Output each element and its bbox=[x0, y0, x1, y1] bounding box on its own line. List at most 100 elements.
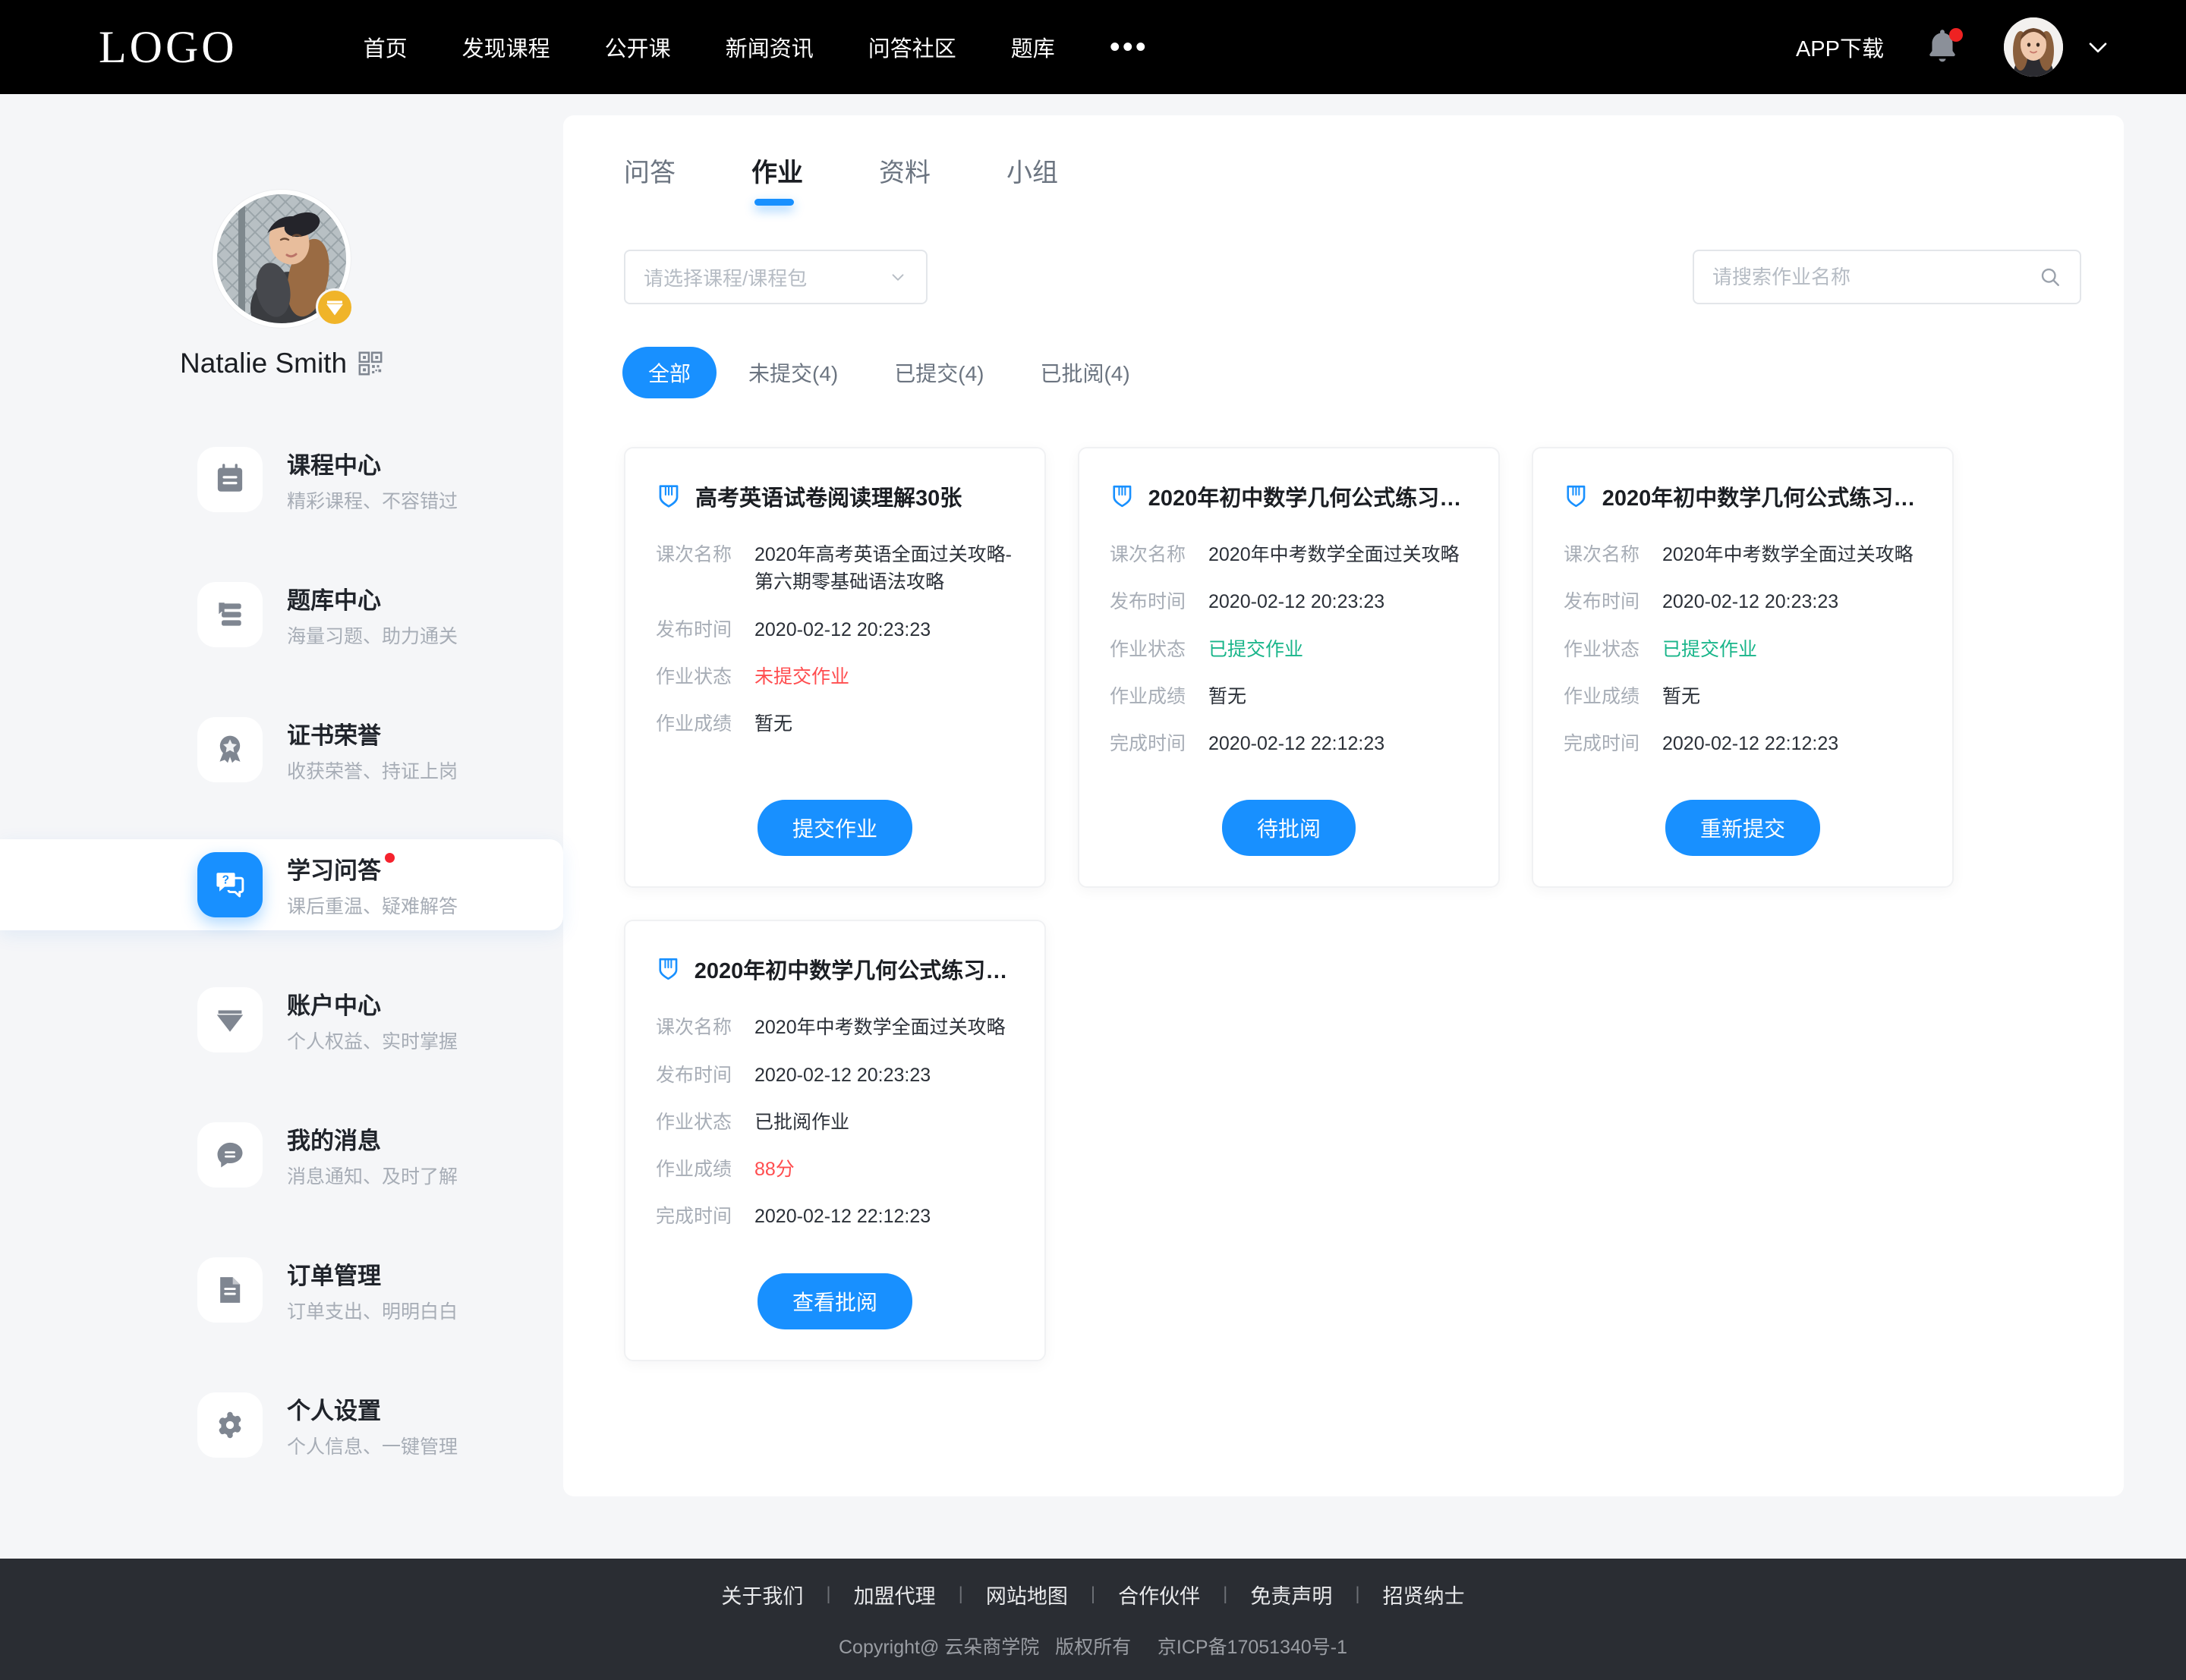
search-input[interactable] bbox=[1712, 265, 2039, 289]
nav-item-home[interactable]: 首页 bbox=[336, 31, 435, 63]
sidebar-item-unread-dot bbox=[385, 852, 395, 863]
sidebar-item-subtitle: 个人信息、一键管理 bbox=[287, 1436, 458, 1458]
footer-link-sitemap[interactable]: 网站地图 bbox=[986, 1580, 1068, 1609]
submit-homework-button[interactable]: 提交作业 bbox=[757, 800, 912, 857]
sidebar-item-order-management[interactable]: 订单管理 订单支出、明明白白 bbox=[0, 1244, 563, 1336]
filter-pill-reviewed[interactable]: 已批阅(4) bbox=[1040, 347, 1129, 398]
status-filter-pills: 全部 未提交(4) 已提交(4) 已批阅(4) bbox=[622, 347, 2081, 398]
field-label: 完成时间 bbox=[1110, 733, 1186, 754]
status-badge: 已提交作业 bbox=[1662, 638, 1758, 660]
score-value: 88分 bbox=[754, 1159, 795, 1180]
menu-icon-wrapper: ? bbox=[197, 852, 263, 917]
sidebar-item-subtitle: 个人权益、实时掌握 bbox=[287, 1030, 458, 1052]
menu-icon-wrapper bbox=[197, 447, 263, 512]
homework-card[interactable]: 2020年初中数学几何公式练习作... 课次名称 2020年中考数学全面过关攻略… bbox=[1532, 447, 1954, 889]
sidebar-item-label: 题库中心 bbox=[287, 587, 381, 614]
menu-texts: 课程中心 精彩课程、不容错过 bbox=[287, 446, 458, 514]
sidebar-item-study-qa[interactable]: ? 学习问答 课后重温、疑难解答 bbox=[0, 839, 563, 930]
pending-review-button[interactable]: 待批阅 bbox=[1221, 800, 1356, 857]
sidebar-item-personal-settings[interactable]: 个人设置 个人信息、一键管理 bbox=[0, 1380, 563, 1471]
diamond-icon bbox=[326, 300, 343, 316]
calendar-icon bbox=[217, 464, 243, 492]
field-value: 2020-02-12 22:12:23 bbox=[754, 1206, 931, 1228]
sidebar-item-title: 我的消息 bbox=[287, 1122, 458, 1156]
sidebar-item-question-bank[interactable]: 题库中心 海量习题、助力通关 bbox=[0, 569, 563, 660]
sidebar-item-certificates[interactable]: 证书荣誉 收获荣誉、持证上岗 bbox=[0, 704, 563, 795]
main-content-panel: 问答 作业 资料 小组 请选择课程/课程包 全部 未提交(4) bbox=[563, 115, 2124, 1496]
menu-texts: 题库中心 海量习题、助力通关 bbox=[287, 581, 458, 649]
nav-item-qa-community[interactable]: 问答社区 bbox=[841, 31, 984, 63]
header-right-cluster: APP下载 bbox=[1796, 17, 2113, 77]
field-value: 暂无 bbox=[1662, 685, 1701, 707]
site-logo[interactable]: LOGO bbox=[99, 21, 238, 74]
sidebar-item-account-center[interactable]: 账户中心 个人权益、实时掌握 bbox=[0, 974, 563, 1065]
homework-card[interactable]: 高考英语试卷阅读理解30张 课次名称 2020年高考英语全面过关攻略-第六期零基… bbox=[624, 447, 1046, 889]
card-field-score: 作业成绩 暂无 bbox=[1110, 683, 1468, 710]
profile-avatar-wrapper[interactable] bbox=[213, 190, 354, 328]
field-value: 2020-02-12 22:12:23 bbox=[1208, 733, 1385, 754]
view-review-button[interactable]: 查看批阅 bbox=[757, 1273, 912, 1329]
field-value: 暂无 bbox=[754, 713, 793, 735]
nav-item-open-class[interactable]: 公开课 bbox=[578, 31, 698, 63]
notifications-button[interactable] bbox=[1920, 25, 1964, 69]
card-field-status: 作业状态 已提交作业 bbox=[1564, 636, 1922, 663]
homework-card[interactable]: 2020年初中数学几何公式练习作... 课次名称 2020年中考数学全面过关攻略… bbox=[1078, 447, 1500, 889]
footer-link-disclaimer[interactable]: 免责声明 bbox=[1250, 1580, 1332, 1609]
question-chat-icon: ? bbox=[216, 873, 244, 898]
footer-link-about-us[interactable]: 关于我们 bbox=[721, 1580, 803, 1609]
field-label: 作业成绩 bbox=[656, 1159, 732, 1180]
card-field-status: 作业状态 未提交作业 bbox=[656, 663, 1014, 691]
message-icon bbox=[217, 1142, 243, 1168]
tab-groups[interactable]: 小组 bbox=[1006, 152, 1099, 206]
footer-link-careers[interactable]: 招贤纳士 bbox=[1383, 1580, 1465, 1609]
footer-link-franchise[interactable]: 加盟代理 bbox=[854, 1580, 936, 1609]
field-label: 课次名称 bbox=[656, 544, 732, 565]
menu-texts: 账户中心 个人权益、实时掌握 bbox=[287, 986, 458, 1054]
filter-pill-all[interactable]: 全部 bbox=[622, 347, 717, 398]
menu-texts: 个人设置 个人信息、一键管理 bbox=[287, 1392, 458, 1459]
field-label: 作业状态 bbox=[656, 1111, 732, 1133]
tab-homework[interactable]: 作业 bbox=[751, 152, 844, 206]
menu-icon-wrapper bbox=[197, 1257, 263, 1323]
menu-texts: 订单管理 订单支出、明明白白 bbox=[287, 1257, 458, 1324]
field-value: 暂无 bbox=[1208, 685, 1247, 707]
resubmit-button[interactable]: 重新提交 bbox=[1665, 800, 1820, 857]
course-select[interactable]: 请选择课程/课程包 bbox=[624, 250, 928, 304]
card-field-status: 作业状态 已批阅作业 bbox=[656, 1109, 1014, 1136]
nav-item-news[interactable]: 新闻资讯 bbox=[698, 31, 841, 63]
filter-pill-submitted[interactable]: 已提交(4) bbox=[894, 347, 984, 398]
homework-shield-icon bbox=[659, 485, 679, 508]
card-field-course: 课次名称 2020年高考英语全面过关攻略-第六期零基础语法攻略 bbox=[656, 541, 1014, 596]
footer-links: 关于我们 | 加盟代理 | 网站地图 | 合作伙伴 | 免责声明 | 招贤纳士 bbox=[721, 1580, 1464, 1609]
homework-shield-icon bbox=[1113, 485, 1132, 508]
chevron-down-icon[interactable] bbox=[2083, 32, 2113, 62]
card-field-publish-time: 发布时间 2020-02-12 20:23:23 bbox=[1564, 588, 1922, 615]
tab-materials[interactable]: 资料 bbox=[879, 152, 972, 206]
user-avatar-icon bbox=[2004, 17, 2063, 77]
homework-search-box[interactable] bbox=[1693, 250, 2081, 304]
card-action-row: 提交作业 bbox=[656, 777, 1014, 857]
sidebar-item-title: 证书荣誉 bbox=[287, 716, 458, 750]
nav-item-discover-courses[interactable]: 发现课程 bbox=[435, 31, 578, 63]
field-value: 2020-02-12 22:12:23 bbox=[1662, 733, 1839, 754]
search-icon[interactable] bbox=[2039, 266, 2062, 288]
sidebar-item-my-messages[interactable]: 我的消息 消息通知、及时了解 bbox=[0, 1109, 563, 1200]
footer-link-partners[interactable]: 合作伙伴 bbox=[1118, 1580, 1200, 1609]
sidebar-item-course-center[interactable]: 课程中心 精彩课程、不容错过 bbox=[0, 434, 563, 525]
filter-pill-unsubmitted[interactable]: 未提交(4) bbox=[748, 347, 838, 398]
page-body: Natalie Smith 课程中心 精彩课程、不容错过 题库中心 海量习题、助… bbox=[0, 94, 2186, 1559]
nav-more-icon[interactable]: ••• bbox=[1082, 32, 1176, 62]
tab-qa[interactable]: 问答 bbox=[624, 152, 717, 206]
footer-copyright: Copyright@ 云朵商学院 版权所有 京ICP备17051340号-1 bbox=[838, 1636, 1348, 1658]
qr-code-icon[interactable] bbox=[358, 351, 383, 376]
status-badge: 未提交作业 bbox=[754, 665, 850, 687]
menu-icon-wrapper bbox=[197, 1392, 263, 1458]
homework-card[interactable]: 2020年初中数学几何公式练习作... 课次名称 2020年中考数学全面过关攻略… bbox=[624, 920, 1046, 1361]
nav-item-question-bank[interactable]: 题库 bbox=[984, 31, 1082, 63]
card-field-finish-time: 完成时间 2020-02-12 22:12:23 bbox=[1564, 730, 1922, 757]
field-label: 完成时间 bbox=[656, 1206, 732, 1228]
field-value: 2020-02-12 20:23:23 bbox=[754, 1064, 931, 1086]
header-avatar[interactable] bbox=[2004, 17, 2063, 77]
menu-icon-wrapper bbox=[197, 582, 263, 647]
app-download-link[interactable]: APP下载 bbox=[1796, 31, 1884, 63]
